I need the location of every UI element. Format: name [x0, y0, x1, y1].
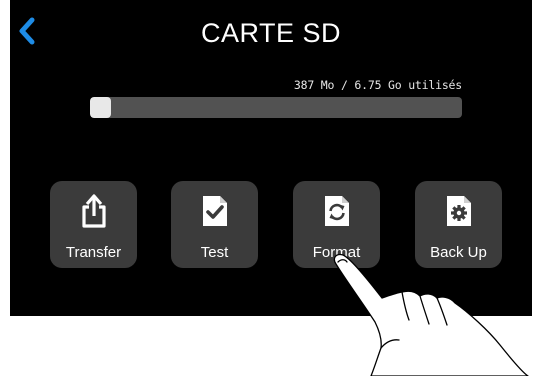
backup-label: Back Up: [430, 244, 487, 261]
page-title: CARTE SD: [200, 18, 342, 48]
checkmark-document-icon: [202, 196, 227, 226]
share-upload-icon: [81, 194, 106, 228]
test-label: Test: [200, 244, 229, 261]
format-button[interactable]: Format: [293, 181, 380, 268]
storage-usage-text: 387 Mo / 6.75 Go utilisés: [293, 78, 462, 92]
format-label: Format: [312, 244, 361, 261]
backup-button[interactable]: Back Up: [415, 181, 502, 268]
sd-card-screen: CARTE SD 387 Mo / 6.75 Go utilisés Trans…: [10, 0, 532, 316]
transfer-button[interactable]: Transfer: [50, 181, 137, 268]
storage-progress-bar: [90, 97, 462, 118]
test-button[interactable]: Test: [171, 181, 258, 268]
transfer-label: Transfer: [65, 244, 122, 261]
gear-document-icon: [446, 196, 471, 226]
refresh-document-icon: [324, 196, 349, 226]
storage-progress-fill: [90, 97, 111, 118]
